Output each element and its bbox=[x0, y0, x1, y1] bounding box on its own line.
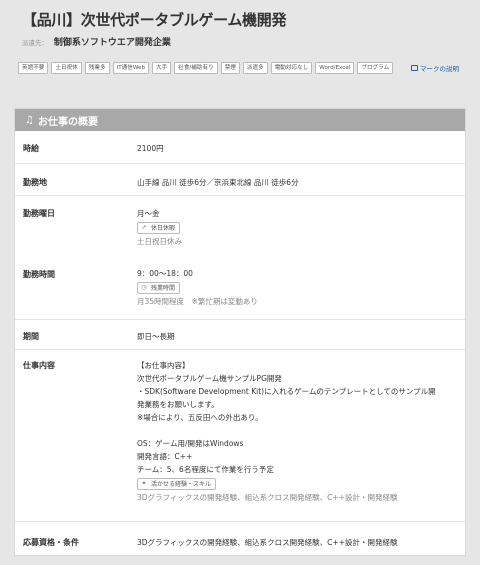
content-line: チーム：5、6名程度にて作業を行う予定 bbox=[137, 465, 274, 474]
location-value: 山手線 品川 徒歩6分／京浜東北線 品川 徒歩6分 bbox=[137, 178, 299, 187]
tag: Word/Excel bbox=[315, 62, 355, 74]
overtime-pill: ◷ 残業時間 bbox=[137, 282, 181, 294]
tag: 電動対応なし bbox=[270, 62, 313, 74]
content-line: OS：ゲーム用/開発はWindows bbox=[137, 439, 244, 448]
feature-tags: 英語不要 土日祝休 残業多 IT通信Web 大手 社食/補助有り 禁煙 派遣多 … bbox=[18, 62, 398, 74]
row-days: 勤務曜日 月〜金 ↗ 休日休暇 土日祝日休み 勤務時間 9：00〜18：00 ◷… bbox=[15, 195, 465, 319]
panel-header: ♫ お仕事の概要 bbox=[15, 109, 465, 131]
skills-pill: ✦ 活かせる経験・スキル bbox=[137, 478, 217, 490]
page-title: 【品川】次世代ポータブルゲーム機開発 bbox=[22, 11, 287, 29]
row-label: 時給 bbox=[23, 144, 39, 153]
tag: 社食/補助有り bbox=[174, 62, 218, 74]
row-job-content: 仕事内容 【お仕事内容】 次世代ポータブルゲーム機サンプルPG開発 ・SDK(S… bbox=[15, 349, 465, 521]
row-requirements: 応募資格・条件 3Dグラフィックスの開発経験、組込系クロス開発経験、C++設計・… bbox=[15, 521, 465, 555]
music-note-icon: ♫ bbox=[25, 114, 34, 126]
row-wage: 時給 2100円 bbox=[15, 131, 465, 163]
panel-title: お仕事の概要 bbox=[37, 116, 98, 128]
lightbulb-icon: ✦ bbox=[141, 480, 147, 487]
mark-explanation-link[interactable]: マークの説明 bbox=[411, 63, 459, 73]
tag: 派遣多 bbox=[242, 62, 268, 74]
row-period: 期間 即日〜長期 bbox=[15, 319, 465, 349]
row-label: 期間 bbox=[23, 332, 39, 341]
days-note: 土日祝日休み bbox=[137, 237, 182, 246]
wage-value: 2100円 bbox=[137, 144, 164, 153]
content-line: 発業務をお願いします。 bbox=[137, 400, 219, 409]
hours-note: 月35時間程度 ※繁忙期は変動あり bbox=[137, 297, 258, 306]
company-info: 派遣先： 制御系ソフトウエア開発企業 bbox=[22, 35, 171, 48]
content-line: 開発言語：C++ bbox=[137, 452, 193, 461]
mark-link-label: マークの説明 bbox=[420, 65, 459, 73]
tag: 大手 bbox=[152, 62, 172, 74]
content-line: ※場合により、五反田への外出あり。 bbox=[137, 413, 263, 422]
content-line: 【お仕事内容】 bbox=[137, 361, 190, 370]
chart-up-icon: ↗ bbox=[141, 224, 147, 231]
requirements-value: 3Dグラフィックスの開発経験、組込系クロス開発経験、C++設計・開発経験 bbox=[137, 538, 398, 547]
company-name: 制御系ソフトウエア開発企業 bbox=[53, 38, 171, 48]
row-label: 仕事内容 bbox=[23, 361, 55, 370]
period-value: 即日〜長期 bbox=[137, 332, 175, 341]
row-label: 勤務地 bbox=[23, 178, 47, 187]
content-line: 次世代ポータブルゲーム機サンプルPG開発 bbox=[137, 374, 282, 383]
skills-note: 3Dグラフィックスの開発経験、組込系クロス開発経験、C++設計・開発経験 bbox=[137, 493, 398, 502]
tag: 土日祝休 bbox=[51, 62, 82, 74]
holiday-pill: ↗ 休日休暇 bbox=[137, 222, 181, 234]
company-label: 派遣先： bbox=[22, 39, 48, 47]
row-label: 勤務時間 bbox=[23, 270, 55, 279]
hours-value: 9：00〜18：00 bbox=[137, 269, 193, 278]
row-location: 勤務地 山手線 品川 徒歩6分／京浜東北線 品川 徒歩6分 bbox=[15, 163, 465, 195]
job-overview-panel: ♫ お仕事の概要 時給 2100円 勤務地 山手線 品川 徒歩6分／京浜東北線 … bbox=[14, 108, 466, 556]
window-icon bbox=[411, 65, 418, 71]
clock-icon: ◷ bbox=[141, 284, 147, 291]
tag: IT通信Web bbox=[112, 62, 150, 74]
days-value: 月〜金 bbox=[137, 209, 160, 218]
content-line bbox=[137, 424, 457, 437]
content-line: ・SDK(Software Development Kit)に入れるゲームのテン… bbox=[137, 387, 436, 396]
tag: 残業多 bbox=[84, 62, 110, 74]
row-label: 応募資格・条件 bbox=[23, 538, 79, 547]
tag: 禁煙 bbox=[220, 62, 240, 74]
tag: プログラム bbox=[357, 62, 394, 74]
row-label: 勤務曜日 bbox=[23, 209, 55, 218]
tag: 英語不要 bbox=[18, 62, 49, 74]
